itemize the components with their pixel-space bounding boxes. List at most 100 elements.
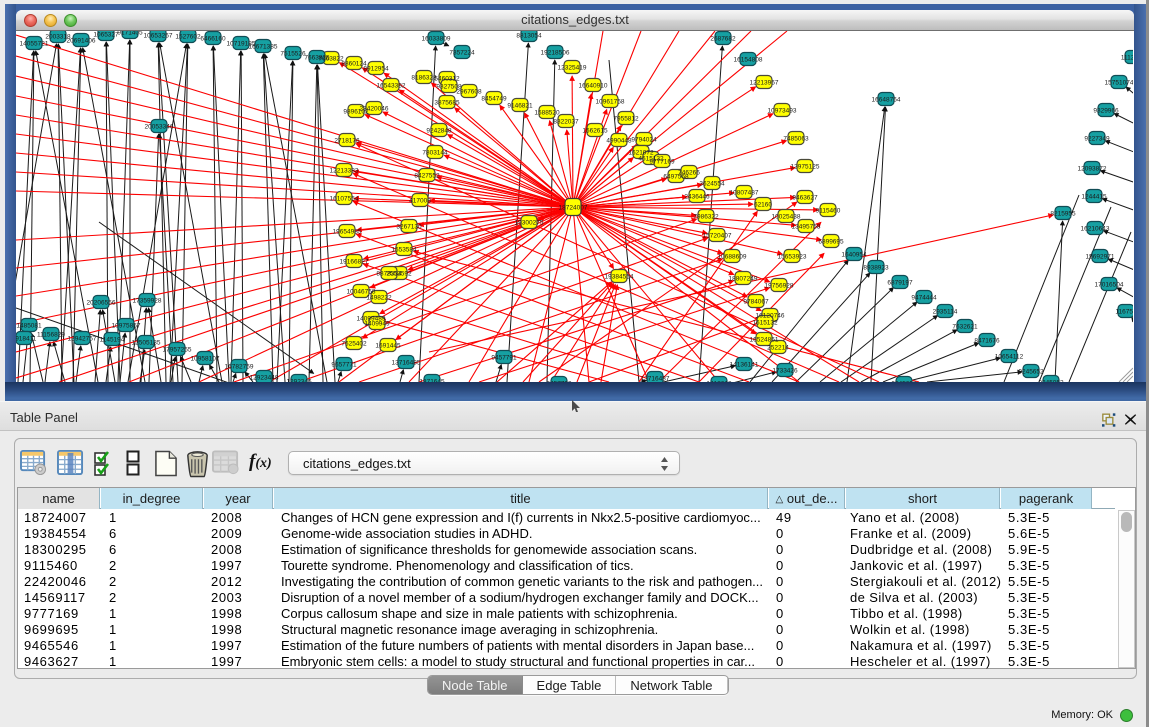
svg-text:9227349: 9227349 (1084, 135, 1110, 142)
svg-text:19300275: 19300275 (515, 219, 544, 226)
svg-text:1733426: 1733426 (772, 367, 798, 374)
svg-text:1409949: 1409949 (364, 320, 390, 327)
svg-text:19218506: 19218506 (541, 49, 570, 56)
svg-text:8322037: 8322037 (553, 118, 579, 125)
svg-text:252214: 252214 (767, 344, 789, 351)
svg-text:7663825: 7663825 (304, 54, 330, 61)
svg-text:9245653: 9245653 (891, 380, 917, 382)
svg-text:1244415: 1244415 (1081, 193, 1107, 200)
svg-text:9115460: 9115460 (816, 207, 841, 214)
svg-text:9245052: 9245052 (1038, 379, 1064, 382)
svg-text:10653267: 10653267 (144, 32, 173, 39)
svg-text:16671385: 16671385 (249, 43, 278, 50)
svg-text:1065327: 1065327 (93, 31, 119, 38)
svg-text:15720407: 15720407 (703, 232, 732, 239)
svg-text:12942757: 12942757 (68, 335, 97, 342)
svg-text:8215955: 8215955 (1050, 210, 1076, 217)
svg-text:15692971: 15692971 (1086, 253, 1115, 260)
svg-text:4990448: 4990448 (606, 137, 632, 144)
svg-text:16033809: 16033809 (422, 35, 451, 42)
svg-text:17359928: 17359928 (133, 297, 162, 304)
svg-text:9896102: 9896102 (343, 108, 369, 115)
svg-text:8938923: 8938923 (863, 264, 889, 271)
svg-text:12325419: 12325419 (558, 64, 587, 71)
svg-text:1527602: 1527602 (175, 33, 201, 40)
svg-text:12505135: 12505135 (132, 339, 161, 346)
svg-text:16782759: 16782759 (225, 363, 254, 370)
svg-text:18807249: 18807249 (729, 275, 758, 282)
svg-text:12213383: 12213383 (330, 167, 359, 174)
svg-text:13716487: 13716487 (641, 375, 670, 382)
svg-text:8427552: 8427552 (414, 172, 440, 179)
svg-text:9245652: 9245652 (1018, 368, 1044, 375)
svg-text:7625402: 7625402 (341, 340, 367, 347)
svg-text:2718176: 2718176 (334, 137, 360, 144)
svg-text:7986322: 7986322 (693, 213, 719, 220)
svg-text:16524861: 16524861 (750, 336, 779, 343)
svg-text:16120746: 16120746 (756, 312, 785, 319)
svg-text:9457791: 9457791 (491, 354, 517, 361)
svg-text:5460312: 5460312 (434, 75, 460, 82)
svg-text:1145194: 1145194 (100, 336, 125, 343)
svg-text:12213967: 12213967 (750, 79, 779, 86)
svg-text:14055721: 14055721 (20, 40, 49, 47)
svg-text:10807487: 10807487 (730, 189, 759, 196)
svg-text:19384554: 19384554 (605, 273, 634, 280)
svg-text:15653923: 15653923 (778, 253, 807, 260)
svg-text:16640910: 16640910 (579, 82, 608, 89)
svg-text:20053346: 20053346 (145, 123, 174, 130)
svg-text:20691406: 20691406 (67, 37, 96, 44)
svg-text:8471676: 8471676 (974, 337, 1000, 344)
svg-text:7955812: 7955812 (613, 115, 639, 122)
svg-text:6899695: 6899695 (818, 238, 844, 245)
svg-text:11156829: 11156829 (37, 331, 65, 338)
svg-text:10958107: 10958107 (191, 355, 220, 362)
svg-text:1371645: 1371645 (419, 378, 445, 382)
svg-text:9474444: 9474444 (911, 294, 937, 301)
svg-text:417008: 417008 (409, 197, 431, 204)
svg-text:9329966: 9329966 (1093, 107, 1119, 114)
svg-text:13716485: 13716485 (392, 359, 421, 366)
svg-text:746266: 746266 (678, 169, 700, 176)
svg-text:6466160: 6466160 (200, 35, 226, 42)
svg-text:7803144: 7803144 (422, 149, 448, 156)
svg-text:3875685: 3875685 (434, 99, 460, 106)
svg-text:1112089: 1112089 (1121, 54, 1133, 61)
svg-text:19166827: 19166827 (340, 258, 369, 265)
svg-text:10973493: 10973493 (768, 107, 797, 114)
svg-text:1485081: 1485081 (16, 322, 42, 329)
svg-text:9146821: 9146821 (507, 102, 533, 109)
svg-text:16210643: 16210643 (1081, 225, 1110, 232)
svg-text:10025438: 10025438 (772, 213, 801, 220)
svg-text:16543382: 16543382 (377, 82, 406, 89)
svg-text:13975125: 13975125 (791, 163, 820, 170)
svg-text:12093872: 12093872 (1078, 165, 1107, 172)
svg-text:10654112: 10654112 (995, 353, 1024, 360)
svg-text:8912954: 8912954 (363, 65, 389, 72)
svg-text:9463627: 9463627 (792, 194, 818, 201)
svg-text:1292345: 1292345 (286, 378, 312, 382)
svg-text:8454749: 8454749 (481, 95, 507, 102)
svg-text:2935114: 2935114 (933, 308, 958, 315)
svg-text:1413612: 1413612 (706, 380, 732, 382)
svg-text:9242848: 9242848 (426, 127, 452, 134)
svg-text:16648764: 16648764 (872, 96, 901, 103)
svg-text:1640954: 1640954 (841, 251, 867, 258)
svg-text:3624554: 3624554 (699, 180, 725, 187)
svg-text:8813054: 8813054 (516, 32, 542, 39)
svg-text:19756928: 19756928 (765, 282, 794, 289)
svg-text:9171405: 9171405 (117, 31, 143, 36)
svg-text:10975857: 10975857 (112, 322, 141, 329)
svg-text:2436446: 2436446 (684, 193, 710, 200)
svg-text:7515526: 7515526 (280, 50, 306, 57)
svg-text:62160: 62160 (754, 201, 772, 208)
svg-text:9784067: 9784067 (743, 298, 769, 305)
svg-text:12923448: 12923448 (250, 374, 279, 381)
svg-text:8878334: 8878334 (376, 270, 402, 277)
svg-text:3918411: 3918411 (16, 335, 37, 342)
svg-text:9657771: 9657771 (331, 361, 357, 368)
svg-text:14136141: 14136141 (730, 361, 759, 368)
svg-text:7357224: 7357224 (449, 49, 475, 56)
svg-text:18724007: 18724007 (559, 204, 588, 211)
svg-text:19654985: 19654985 (333, 228, 362, 235)
